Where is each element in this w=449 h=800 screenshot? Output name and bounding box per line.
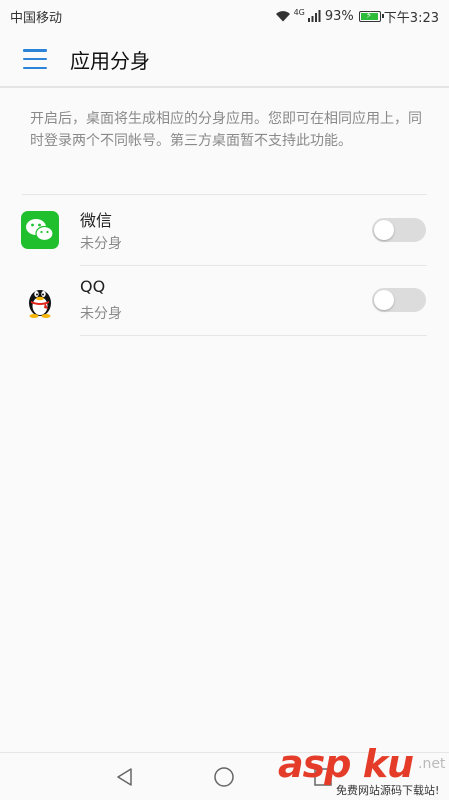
watermark: asp ku .net 免费网站源码下载站!	[278, 742, 449, 800]
battery-icon: ⚡	[358, 10, 384, 22]
clone-toggle-qq[interactable]	[372, 288, 426, 312]
app-bar: 应用分身	[0, 32, 449, 88]
status-bar: 中国移动 4G 93% ⚡ 下午3:23	[0, 0, 449, 32]
menu-icon-line	[23, 49, 47, 52]
wechat-icon	[21, 211, 59, 249]
carrier-label: 中国移动	[10, 10, 63, 26]
status-icons: 4G 93% ⚡ 下午3:23	[275, 7, 439, 26]
network-type-label: 4G	[293, 8, 305, 17]
battery-percent: 93%	[324, 8, 354, 24]
back-icon[interactable]	[113, 765, 137, 789]
clone-toggle-wechat[interactable]	[372, 218, 426, 242]
app-status: 未分身	[80, 236, 122, 252]
watermark-subtitle: 免费网站源码下载站!	[336, 784, 440, 797]
toggle-knob	[374, 220, 394, 240]
app-row-qq[interactable]: QQ 未分身	[0, 265, 449, 335]
app-name: QQ	[80, 277, 106, 296]
app-name: 微信	[80, 211, 113, 230]
signal-icon	[307, 10, 321, 22]
wifi-icon	[275, 11, 290, 22]
divider	[80, 335, 427, 336]
qq-icon	[29, 290, 51, 318]
menu-icon-line	[23, 57, 47, 61]
menu-button[interactable]	[23, 49, 47, 69]
page-title: 应用分身	[70, 48, 150, 73]
toggle-knob	[374, 290, 394, 310]
charging-bolt-icon: ⚡	[365, 10, 373, 21]
watermark-domain: .net	[418, 756, 446, 772]
app-row-wechat[interactable]: 微信 未分身	[0, 195, 449, 265]
app-status: 未分身	[80, 306, 122, 322]
home-icon[interactable]	[212, 765, 236, 789]
watermark-logo: asp ku	[278, 742, 414, 786]
clock: 下午3:23	[383, 10, 439, 26]
description-text: 开启后，桌面将生成相应的分身应用。您即可在相同应用上，同时登录两个不同帐号。第三…	[30, 111, 422, 149]
menu-icon-line	[23, 66, 47, 69]
